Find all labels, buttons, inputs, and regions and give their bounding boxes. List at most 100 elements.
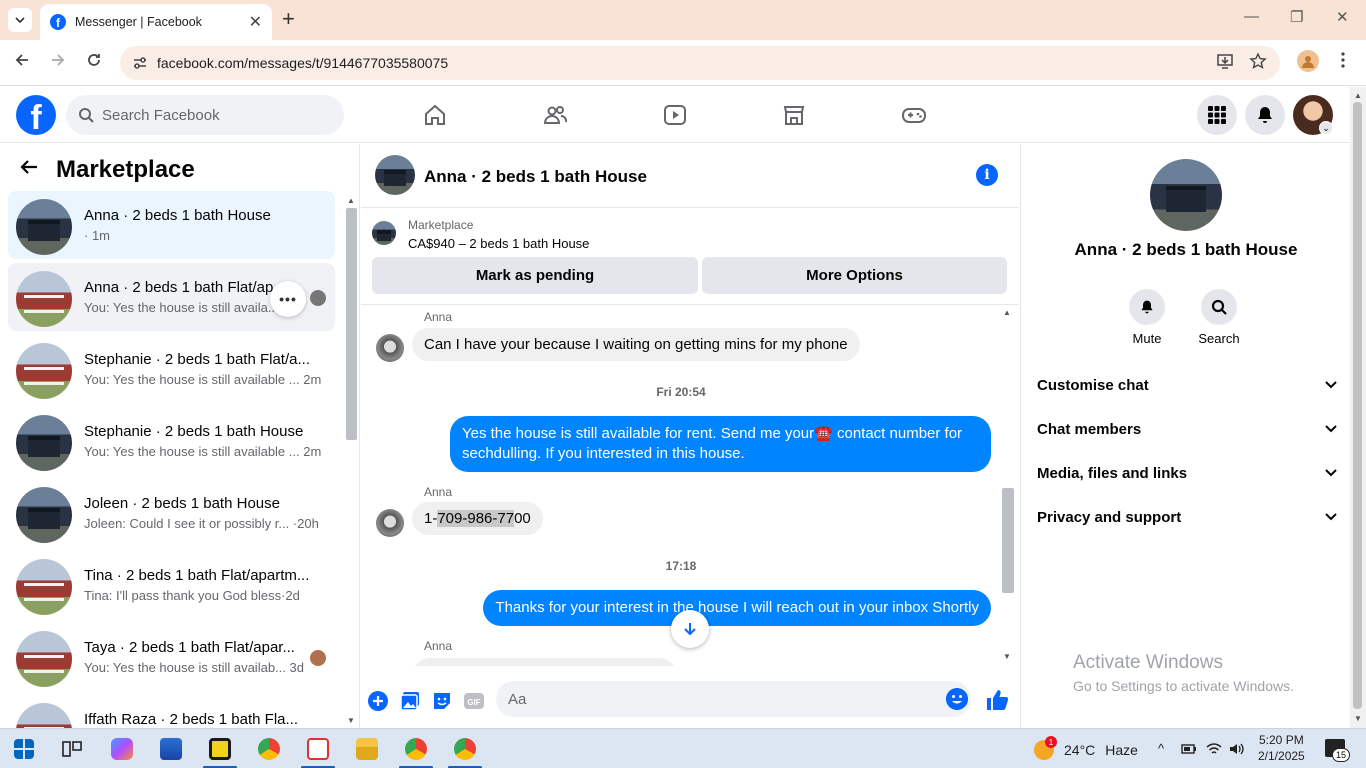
back-arrow-icon[interactable] [20,158,38,178]
chrome-profile-icon[interactable] [405,738,427,760]
conversation-item[interactable]: Joleen · 2 beds 1 bath House Joleen: Cou… [8,479,335,547]
account-chevron-icon[interactable]: ⌄ [1319,121,1333,135]
scroll-to-bottom-button[interactable] [671,610,709,648]
page-scroll-thumb[interactable] [1353,102,1362,709]
outgoing-message[interactable]: Thanks for your interest in the house I … [483,590,991,626]
sidebar-title: Marketplace [56,156,195,183]
snipping-tool-icon[interactable] [307,738,329,760]
search-chat-button[interactable]: Search [1189,289,1249,346]
scroll-up-arrow-icon[interactable]: ▲ [347,196,355,205]
facebook-search-input[interactable]: Search Facebook [66,95,344,135]
page-scroll-up-icon[interactable]: ▲ [1354,91,1362,100]
conversation-name: Anna · 2 beds 1 bath Flat/ap... [84,279,274,296]
conversation-item[interactable]: Taya · 2 beds 1 bath Flat/apar... You: Y… [8,623,335,691]
windows-start-icon[interactable] [14,739,34,759]
chat-avatar[interactable] [375,155,415,195]
notification-count: 15 [1332,748,1350,762]
conversation-item[interactable]: Anna · 2 beds 1 bath House · 1m [8,191,335,259]
gif-icon[interactable]: GIF [463,690,485,712]
conversation-item[interactable]: Stephanie · 2 beds 1 bath Flat/a... You:… [8,335,335,403]
install-app-icon[interactable] [1216,52,1234,75]
notifications-button[interactable] [1245,95,1285,135]
customise-chat-section[interactable]: Customise chat [1037,363,1337,407]
more-options-button[interactable]: More Options [702,257,1007,294]
minimize-button[interactable]: — [1244,8,1259,25]
incoming-message[interactable]: Can I have your because I waiting on get… [412,328,860,361]
conversation-name: Joleen · 2 beds 1 bath House [84,495,280,512]
battery-icon[interactable] [1181,742,1197,756]
tab-search-dropdown[interactable] [8,8,32,32]
gaming-icon[interactable] [902,103,926,127]
section-label: Media, files and links [1037,464,1188,482]
sender-avatar[interactable] [376,509,404,537]
sticker-icon[interactable] [431,690,453,712]
sidebar-scroll-thumb[interactable] [346,208,357,440]
copilot-icon[interactable] [111,738,133,760]
mark-as-pending-button[interactable]: Mark as pending [372,257,698,294]
emoji-icon[interactable] [946,688,968,710]
site-settings-icon[interactable] [132,55,148,71]
facebook-logo[interactable]: f [16,95,56,135]
file-explorer-icon[interactable] [356,738,378,760]
home-icon[interactable] [423,103,447,127]
plus-circle-icon[interactable] [367,690,389,712]
conversation-name: Stephanie · 2 beds 1 bath House [84,423,304,440]
message-input[interactable]: Aa [496,681,971,717]
scroll-up-arrow-icon[interactable]: ▲ [1003,308,1011,317]
chrome-icon[interactable] [258,738,280,760]
weather-widget[interactable]: 1 24°C Haze [1034,736,1138,760]
outgoing-message[interactable]: Yes the house is still available for ren… [450,416,991,472]
scroll-down-arrow-icon[interactable]: ▼ [1003,652,1011,661]
system-clock[interactable]: 5:20 PM 2/1/2025 [1258,732,1305,764]
conversation-item[interactable]: Tina · 2 beds 1 bath Flat/apartm... Tina… [8,551,335,619]
volume-icon[interactable] [1229,742,1245,756]
svg-text:GIF: GIF [467,698,480,707]
show-hidden-icons-chevron-icon[interactable]: ^ [1158,741,1164,756]
browser-menu-icon[interactable] [1341,52,1345,73]
browser-profile-icon[interactable] [1297,50,1319,72]
forward-button[interactable] [50,52,66,73]
info-icon[interactable]: i [976,164,998,186]
bookmark-star-icon[interactable] [1249,52,1267,75]
thumbs-up-icon[interactable] [985,688,1009,712]
conversation-item[interactable]: Stephanie · 2 beds 1 bath House You: Yes… [8,407,335,475]
browser-tab[interactable]: f Messenger | Facebook ✕ [40,4,272,40]
new-tab-button[interactable]: + [282,8,295,30]
sender-avatar[interactable] [376,334,404,362]
details-avatar[interactable] [1150,159,1222,231]
search-label: Search [1198,331,1240,346]
back-button[interactable] [14,52,30,73]
conversation-item[interactable]: Anna · 2 beds 1 bath Flat/ap... You: Yes… [8,263,335,331]
marketplace-icon[interactable] [782,103,806,127]
restore-button[interactable]: ❐ [1290,8,1303,26]
incoming-message[interactable] [412,658,677,666]
conversation-name: Taya · 2 beds 1 bath Flat/apar... [84,639,295,656]
browser-toolbar: facebook.com/messages/t/9144677035580075 [0,40,1366,86]
incoming-message[interactable]: 1-709-986-7700 [412,502,543,535]
chrome-profile-icon[interactable] [454,738,476,760]
task-view-icon[interactable] [61,738,83,760]
wifi-icon[interactable] [1206,742,1222,756]
tab-close-icon[interactable]: ✕ [249,12,262,32]
listing-thumbnail[interactable] [372,221,396,245]
reload-button[interactable] [86,52,102,73]
video-icon[interactable] [663,103,687,127]
chat-members-section[interactable]: Chat members [1037,407,1337,451]
listing-title[interactable]: CA$940 – 2 beds 1 bath House [408,236,589,251]
photo-icon[interactable] [399,690,421,712]
friends-icon[interactable] [543,103,567,127]
media-files-links-section[interactable]: Media, files and links [1037,451,1337,495]
chat-scroll-thumb[interactable] [1002,488,1014,593]
chat-title[interactable]: Anna · 2 beds 1 bath House [424,167,647,187]
close-window-button[interactable]: ✕ [1336,8,1349,26]
conversation-item[interactable]: Iffath Raza · 2 beds 1 bath Fla... [8,695,335,728]
apps-menu-button[interactable] [1197,95,1237,135]
mute-button[interactable]: Mute [1117,289,1177,346]
privacy-support-section[interactable]: Privacy and support [1037,495,1337,539]
microsoft-store-icon[interactable] [160,738,182,760]
page-scroll-down-icon[interactable]: ▼ [1354,714,1362,723]
conversation-options-button[interactable]: ••• [270,281,306,317]
sticky-notes-icon[interactable] [209,738,231,760]
address-bar[interactable]: facebook.com/messages/t/9144677035580075 [120,46,1280,80]
scroll-down-arrow-icon[interactable]: ▼ [347,716,355,725]
